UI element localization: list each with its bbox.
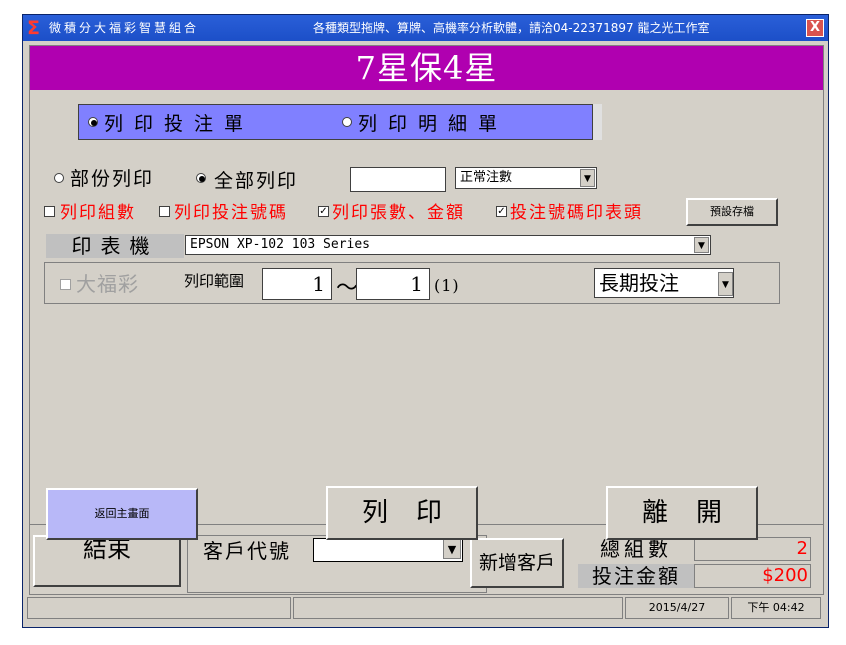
radio-print-detail[interactable] xyxy=(342,117,352,127)
chevron-down-icon[interactable]: ▼ xyxy=(718,272,733,296)
radio-print-ticket-label[interactable]: 列印投注單 xyxy=(104,109,254,136)
checkbox-lotto xyxy=(60,279,71,290)
close-icon[interactable]: X xyxy=(806,19,824,37)
save-default-button[interactable]: 預設存檔 xyxy=(686,198,778,226)
range-separator: ～ xyxy=(336,276,359,301)
total-count-value: 2 xyxy=(694,537,811,561)
back-to-main-button[interactable]: 返回主畫面 xyxy=(46,488,198,540)
status-time: 下午 04:42 xyxy=(731,597,821,619)
bet-amount-label: 投注金額 xyxy=(578,564,694,588)
checkbox-numbers-header[interactable]: ✓ xyxy=(496,206,507,217)
customer-select[interactable] xyxy=(313,538,463,562)
count-input[interactable] xyxy=(350,167,446,192)
print-dialog: 7星保4星 列印投注單 列印明細單 部份列印 全部列印 正常注數 ▼ 列印組數 … xyxy=(29,45,824,540)
checkbox-lotto-label: 大福彩 xyxy=(76,272,139,296)
printer-label: 印表機 xyxy=(46,234,184,258)
status-date: 2015/4/27 xyxy=(625,597,729,619)
checkbox-print-groups-label[interactable]: 列印組數 xyxy=(60,198,136,223)
radio-partial-print-label[interactable]: 部份列印 xyxy=(70,164,154,191)
printer-select[interactable]: EPSON XP-102 103 Series xyxy=(185,235,711,255)
print-range-label: 列印範圍 xyxy=(184,272,245,290)
total-count-label: 總組數 xyxy=(600,537,672,561)
checkbox-numbers-header-label[interactable]: 投注號碼印表頭 xyxy=(510,198,643,223)
bet-amount-value: $200 xyxy=(694,564,811,588)
radio-print-ticket[interactable] xyxy=(88,117,98,127)
title-bar[interactable]: Σ 微積分大福彩智慧組合 各種類型拖牌、算牌、高機率分析軟體，請洽04-2237… xyxy=(23,15,828,41)
bet-mode-select[interactable]: 正常注數 xyxy=(455,167,597,189)
checkbox-print-numbers[interactable] xyxy=(159,206,170,217)
radio-print-all-label[interactable]: 全部列印 xyxy=(214,166,298,193)
exit-button[interactable]: 離開 xyxy=(606,486,758,540)
status-bar: 2015/4/27 下午 04:42 xyxy=(27,597,825,621)
radio-print-detail-label[interactable]: 列印明細單 xyxy=(358,109,508,136)
customer-label: 客戶代號 xyxy=(203,539,291,563)
checkbox-print-groups[interactable] xyxy=(44,206,55,217)
range-from-input[interactable]: 1 xyxy=(262,268,332,300)
chevron-down-icon[interactable]: ▼ xyxy=(580,169,595,187)
range-count: (1) xyxy=(434,276,460,295)
bet-term-select[interactable]: 長期投注 xyxy=(594,268,734,298)
print-button[interactable]: 列印 xyxy=(326,486,478,540)
dialog-title: 7星保4星 xyxy=(30,46,823,90)
add-customer-button[interactable]: 新增客戶 xyxy=(470,538,564,588)
print-mode-panel-edge xyxy=(592,104,602,140)
window-title: 微積分大福彩智慧組合 xyxy=(49,21,200,35)
window-title-info: 各種類型拖牌、算牌、高機率分析軟體，請洽04-22371897 龍之光工作室 xyxy=(313,21,710,35)
range-to-input[interactable]: 1 xyxy=(356,268,430,300)
status-pane xyxy=(293,597,623,619)
checkbox-print-numbers-label[interactable]: 列印投注號碼 xyxy=(174,198,288,223)
chevron-down-icon[interactable]: ▼ xyxy=(443,539,461,559)
radio-partial-print[interactable] xyxy=(54,173,64,183)
chevron-down-icon[interactable]: ▼ xyxy=(694,237,709,253)
app-window: Σ 微積分大福彩智慧組合 各種類型拖牌、算牌、高機率分析軟體，請洽04-2237… xyxy=(22,14,829,628)
checkbox-print-sheets-amount-label[interactable]: 列印張數、金額 xyxy=(332,198,465,223)
sigma-icon: Σ xyxy=(27,17,40,39)
radio-print-all[interactable] xyxy=(196,173,206,183)
status-pane xyxy=(27,597,291,619)
end-button[interactable]: 結束 xyxy=(33,535,181,587)
checkbox-print-sheets-amount[interactable]: ✓ xyxy=(318,206,329,217)
